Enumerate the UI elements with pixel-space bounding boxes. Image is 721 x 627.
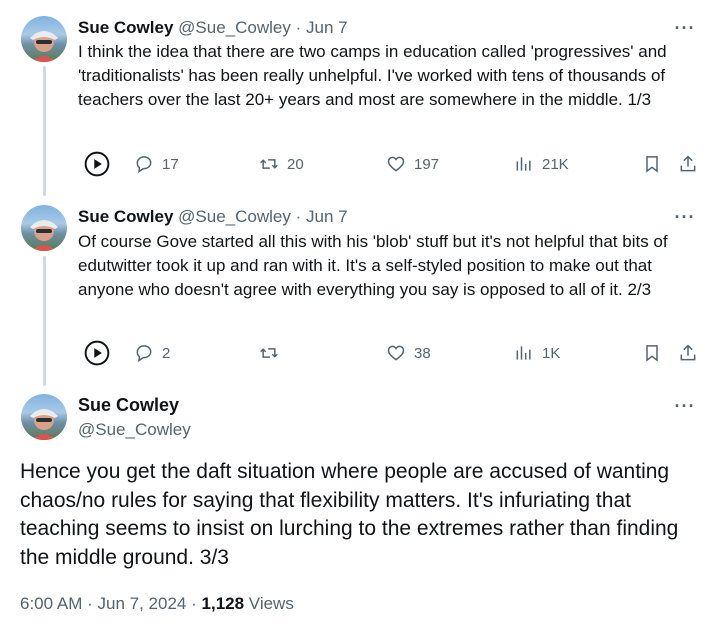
views-count: 21K bbox=[542, 155, 569, 173]
tweet-header: Sue Cowley @Sue_Cowley · Jun 7 bbox=[78, 207, 348, 227]
like-count: 38 bbox=[414, 344, 431, 362]
repost-icon bbox=[260, 159, 278, 169]
avatar[interactable] bbox=[21, 394, 67, 440]
like-button[interactable]: 197 bbox=[386, 149, 439, 179]
tweet-text: Of course Gove started all this with his… bbox=[78, 232, 668, 300]
views-button[interactable]: 1K bbox=[514, 338, 560, 368]
display-name[interactable]: Sue Cowley bbox=[78, 18, 173, 37]
display-name[interactable]: Sue Cowley bbox=[78, 395, 179, 416]
reply-button[interactable]: 17 bbox=[134, 149, 179, 179]
tweet-text: Hence you get the daft situation where p… bbox=[20, 460, 679, 569]
tweet-date[interactable]: Jun 7 bbox=[306, 18, 348, 37]
tweet-date[interactable]: Jun 7 bbox=[306, 207, 348, 226]
play-button[interactable] bbox=[84, 149, 110, 179]
play-button[interactable] bbox=[84, 338, 110, 368]
tweet-header: Sue Cowley @Sue_Cowley · Jun 7 bbox=[78, 18, 348, 38]
separator-dot: · bbox=[87, 594, 93, 613]
views-button[interactable]: 21K bbox=[514, 149, 569, 179]
bookmark-icon bbox=[646, 345, 658, 362]
user-handle[interactable]: @Sue_Cowley bbox=[178, 18, 291, 37]
share-icon bbox=[680, 155, 696, 172]
repost-count: 20 bbox=[287, 155, 304, 173]
repost-button[interactable] bbox=[259, 338, 287, 368]
views-label: Views bbox=[248, 594, 294, 613]
views-count: 1K bbox=[542, 344, 561, 362]
tweet-actions: 17 20 197 21K bbox=[78, 149, 706, 179]
thread-line bbox=[43, 256, 46, 386]
user-handle[interactable]: @Sue_Cowley bbox=[178, 207, 291, 226]
like-button[interactable]: 38 bbox=[386, 338, 431, 368]
tweet-time[interactable]: 6:00 AM bbox=[20, 594, 82, 613]
avatar[interactable] bbox=[21, 16, 67, 62]
tweet-meta: 6:00 AM · Jun 7, 2024 · 1,128 Views bbox=[20, 594, 294, 614]
repost-button[interactable]: 20 bbox=[259, 149, 304, 179]
reply-icon bbox=[136, 156, 152, 174]
play-icon bbox=[84, 340, 110, 366]
like-count: 197 bbox=[414, 155, 440, 173]
analytics-icon bbox=[516, 346, 531, 360]
bookmark-icon bbox=[646, 156, 658, 173]
avatar[interactable] bbox=[21, 205, 67, 251]
bookmark-button[interactable] bbox=[642, 338, 662, 368]
display-name[interactable]: Sue Cowley bbox=[78, 207, 173, 226]
play-icon bbox=[84, 151, 110, 177]
separator-dot: · bbox=[295, 207, 302, 226]
more-icon[interactable]: ··· bbox=[673, 396, 697, 416]
tweet-text: I think the idea that there are two camp… bbox=[78, 42, 667, 110]
more-icon[interactable]: ··· bbox=[673, 207, 697, 227]
share-button[interactable] bbox=[678, 338, 698, 368]
views-count: 1,128 bbox=[201, 594, 245, 613]
thread-line bbox=[43, 66, 46, 196]
share-icon bbox=[680, 344, 696, 361]
separator-dot: · bbox=[191, 594, 197, 613]
user-handle[interactable]: @Sue_Cowley bbox=[78, 420, 191, 440]
separator-dot: · bbox=[295, 18, 302, 37]
tweet-actions: 2 38 1K bbox=[78, 338, 706, 368]
more-icon[interactable]: ··· bbox=[673, 18, 697, 38]
reply-button[interactable]: 2 bbox=[134, 338, 170, 368]
heart-icon bbox=[387, 156, 405, 172]
reply-icon bbox=[136, 345, 152, 363]
bookmark-button[interactable] bbox=[642, 149, 662, 179]
tweet-date[interactable]: Jun 7, 2024 bbox=[98, 594, 187, 613]
share-button[interactable] bbox=[678, 149, 698, 179]
heart-icon bbox=[387, 345, 405, 361]
repost-icon bbox=[260, 348, 278, 358]
analytics-icon bbox=[516, 157, 531, 171]
reply-count: 2 bbox=[162, 344, 171, 362]
reply-count: 17 bbox=[162, 155, 179, 173]
